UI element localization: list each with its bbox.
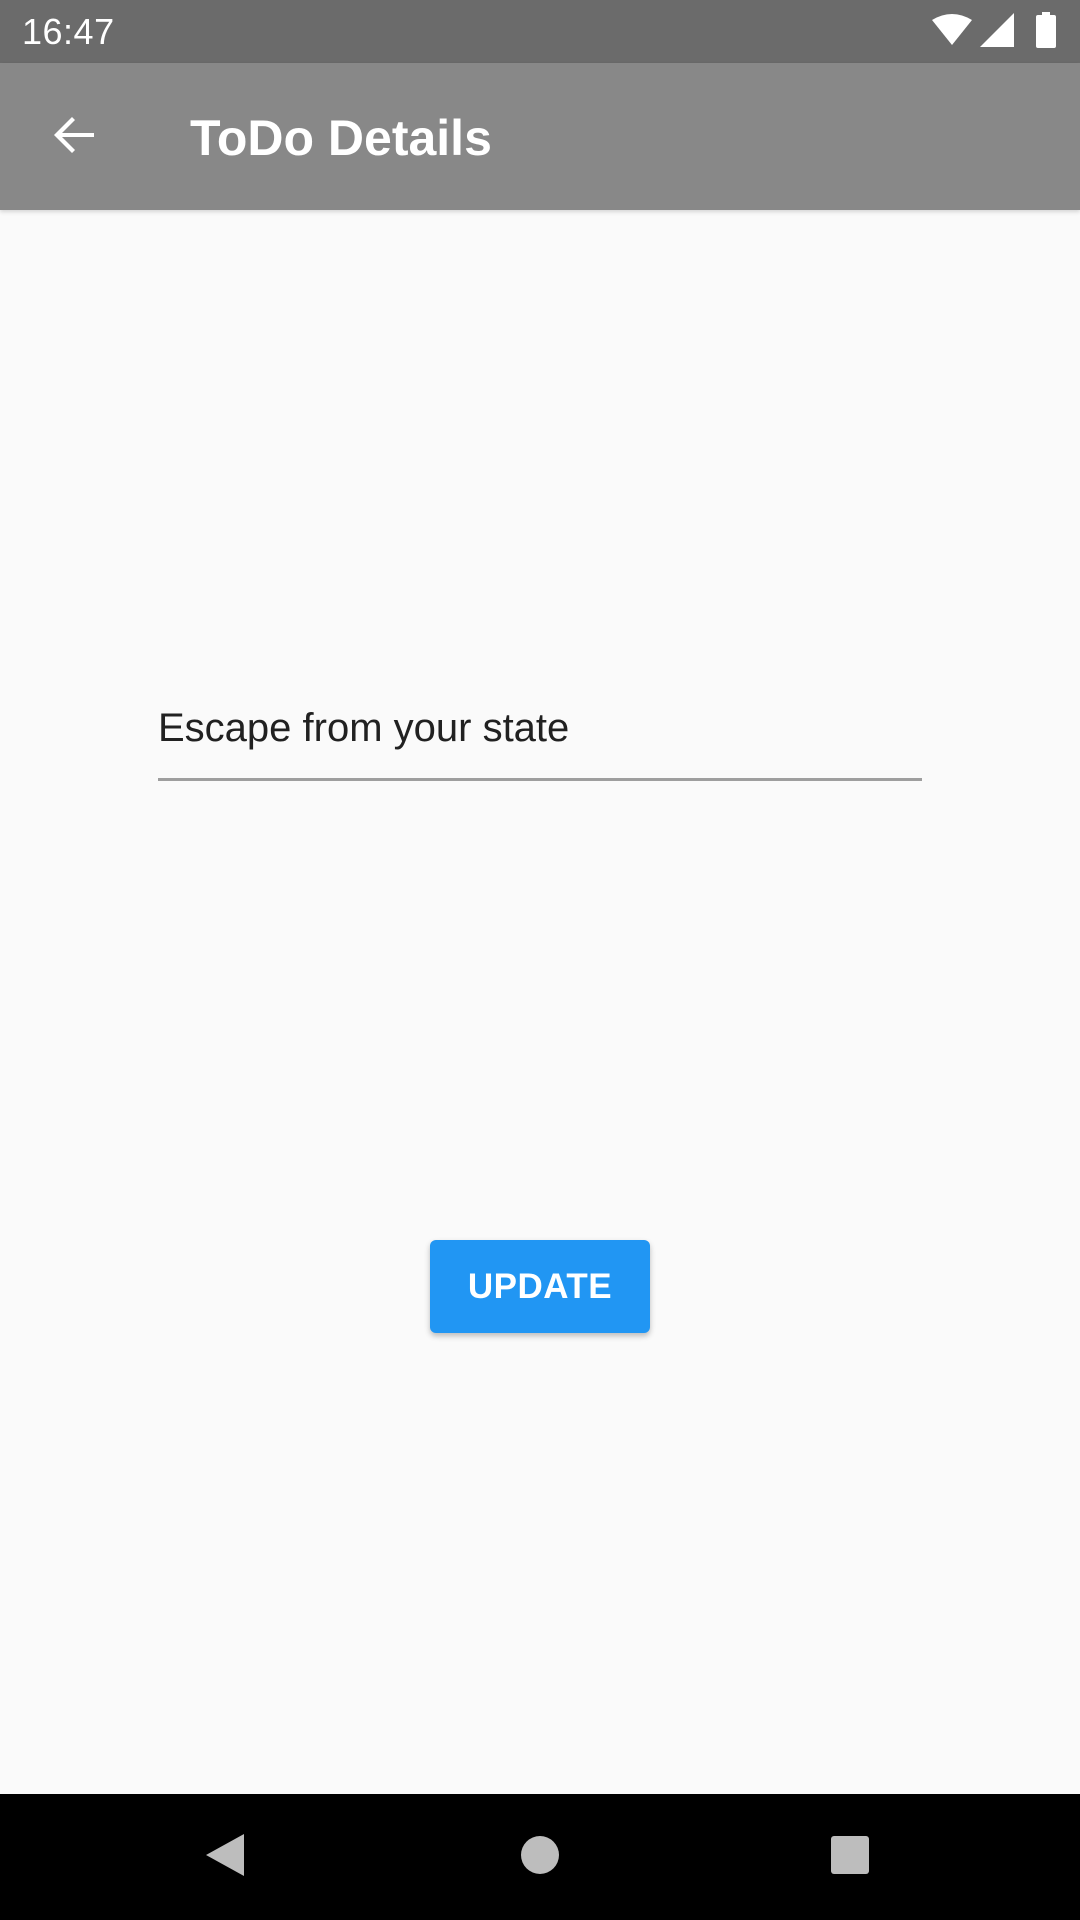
back-button[interactable]	[28, 91, 120, 183]
signal-icon	[980, 12, 1014, 52]
status-bar: 16:47	[0, 0, 1080, 63]
todo-text-field[interactable]	[158, 676, 922, 782]
wifi-icon	[932, 13, 972, 51]
back-triangle-icon	[204, 1832, 246, 1883]
nav-recents-button[interactable]	[815, 1822, 885, 1892]
battery-icon	[1036, 11, 1056, 53]
home-circle-icon	[519, 1834, 561, 1881]
nav-back-button[interactable]	[190, 1822, 260, 1892]
recents-square-icon	[830, 1835, 870, 1880]
status-time: 16:47	[22, 11, 115, 52]
nav-home-button[interactable]	[505, 1822, 575, 1892]
system-nav-bar	[0, 1794, 1080, 1920]
todo-input[interactable]	[158, 676, 922, 780]
update-button[interactable]: UPDATE	[430, 1240, 650, 1333]
todo-input-underline	[158, 778, 922, 781]
arrow-back-icon	[50, 111, 98, 164]
status-icons	[932, 11, 1056, 53]
todo-details-screen: 16:47 ToDo Details Escape from your stat…	[0, 0, 1080, 1920]
page-title: ToDo Details	[190, 110, 492, 166]
app-bar: ToDo Details	[0, 63, 1080, 210]
